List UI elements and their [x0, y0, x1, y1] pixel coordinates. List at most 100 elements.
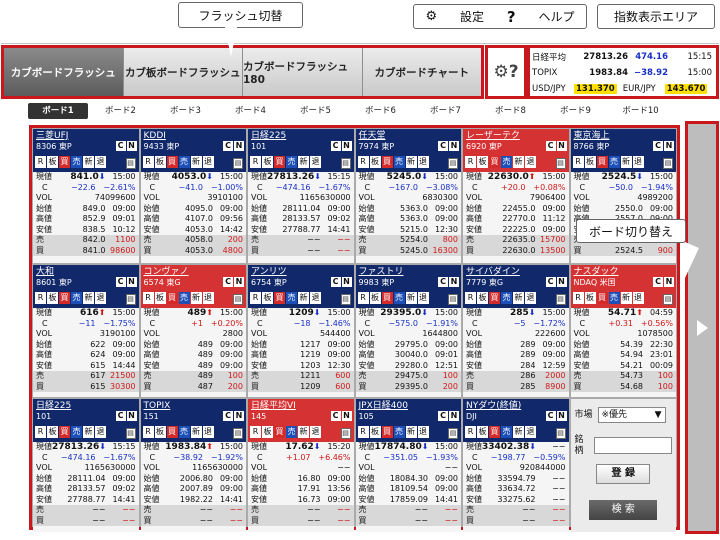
- realtime-button[interactable]: R: [465, 156, 476, 168]
- clipboard-icon[interactable]: ▤: [555, 158, 566, 169]
- new-order-button[interactable]: 新: [190, 292, 202, 304]
- chart-button[interactable]: C: [223, 411, 233, 421]
- new-order-button[interactable]: 新: [405, 426, 417, 438]
- exit-button[interactable]: 退: [417, 426, 429, 438]
- stock-name[interactable]: TOPIX: [144, 401, 244, 412]
- clipboard-icon[interactable]: ▤: [125, 294, 136, 305]
- board-tab-1[interactable]: ボード1: [28, 103, 88, 119]
- stock-tile[interactable]: レーザーテク 6920 東P CN R 板 買 売 新 退 ▤ 現値 22630.…: [463, 129, 569, 263]
- ita-button[interactable]: 板: [47, 292, 58, 304]
- board-tab-10[interactable]: ボード10: [608, 103, 673, 119]
- stock-tile[interactable]: 日経225 101 CN R 板 買 売 新 退 ▤ 現値 27813.26 ⬇ 15…: [248, 129, 354, 263]
- buy-order-button[interactable]: 買: [381, 426, 393, 438]
- clipboard-icon[interactable]: ▤: [340, 294, 351, 305]
- clipboard-icon[interactable]: ▤: [233, 428, 243, 439]
- stock-tile[interactable]: JPX日経400 105 CN R 板 買 売 新 退 ▤ 現値 17874.80…: [355, 399, 461, 532]
- ita-button[interactable]: 板: [262, 426, 273, 438]
- stock-tile[interactable]: コンヴァノ 6574 東G CN R 板 買 売 新 退 ▤ 現値 489 ⬆ 15:…: [140, 265, 246, 397]
- chart-button[interactable]: C: [330, 277, 341, 287]
- news-button[interactable]: N: [126, 141, 137, 151]
- chart-button[interactable]: C: [438, 411, 448, 421]
- news-button[interactable]: N: [449, 141, 459, 151]
- tab-kabu-board-flash[interactable]: カブボードフラッシュ: [4, 48, 124, 96]
- sell-order-button[interactable]: 売: [501, 426, 512, 438]
- stock-tile[interactable]: アンリツ 6754 東P CN R 板 買 売 新 退 ▤ 現値 1209 ⬇ 15:…: [248, 265, 354, 397]
- ita-button[interactable]: 板: [154, 292, 166, 304]
- chart-button[interactable]: C: [438, 277, 448, 287]
- clipboard-icon[interactable]: ▤: [555, 294, 566, 305]
- chart-button[interactable]: C: [223, 277, 233, 287]
- news-button[interactable]: N: [449, 411, 459, 421]
- new-order-button[interactable]: 新: [298, 426, 309, 438]
- buy-order-button[interactable]: 買: [166, 292, 178, 304]
- realtime-button[interactable]: R: [35, 426, 46, 438]
- clipboard-icon[interactable]: ▤: [340, 428, 351, 439]
- stock-tile[interactable]: TOPIX 151 CN R 板 買 売 新 退 ▤ 現値 1983.84 ⬆ 15:…: [140, 399, 246, 532]
- exit-button[interactable]: 退: [95, 156, 106, 168]
- sell-order-button[interactable]: 売: [178, 426, 190, 438]
- chart-button[interactable]: C: [545, 277, 556, 287]
- realtime-button[interactable]: R: [572, 292, 584, 304]
- ita-button[interactable]: 板: [584, 156, 596, 168]
- settings-gear-icon[interactable]: ⚙: [493, 62, 508, 82]
- new-order-button[interactable]: 新: [298, 292, 309, 304]
- news-button[interactable]: N: [664, 277, 674, 287]
- news-button[interactable]: N: [234, 411, 244, 421]
- news-button[interactable]: N: [556, 411, 567, 421]
- ita-button[interactable]: 板: [369, 156, 381, 168]
- stock-name[interactable]: ナスダック: [574, 267, 674, 278]
- chart-button[interactable]: C: [545, 141, 556, 151]
- new-order-button[interactable]: 新: [83, 426, 94, 438]
- realtime-button[interactable]: R: [250, 292, 261, 304]
- stock-name[interactable]: 大和: [36, 267, 136, 278]
- new-order-button[interactable]: 新: [83, 156, 94, 168]
- new-order-button[interactable]: 新: [513, 426, 524, 438]
- board-tab-9[interactable]: ボード9: [543, 103, 608, 119]
- buy-order-button[interactable]: 買: [166, 156, 178, 168]
- ita-button[interactable]: 板: [262, 292, 273, 304]
- stock-name[interactable]: NYダウ(終値): [466, 401, 566, 412]
- sell-order-button[interactable]: 売: [71, 292, 82, 304]
- chart-button[interactable]: C: [223, 141, 233, 151]
- stock-name[interactable]: JPX日経400: [359, 401, 459, 412]
- clipboard-icon[interactable]: ▤: [233, 158, 243, 169]
- news-button[interactable]: N: [126, 277, 137, 287]
- sell-order-button[interactable]: 売: [501, 156, 512, 168]
- board-tab-2[interactable]: ボード2: [88, 103, 153, 119]
- sell-order-button[interactable]: 売: [178, 156, 190, 168]
- chart-button[interactable]: C: [653, 277, 663, 287]
- search-button[interactable]: 検 索: [589, 500, 658, 520]
- realtime-button[interactable]: R: [357, 292, 369, 304]
- news-button[interactable]: N: [341, 411, 352, 421]
- code-input[interactable]: [594, 437, 672, 454]
- exit-button[interactable]: 退: [310, 156, 321, 168]
- stock-name[interactable]: 任天堂: [359, 131, 459, 142]
- buy-order-button[interactable]: 買: [489, 156, 500, 168]
- new-order-button[interactable]: 新: [513, 156, 524, 168]
- clipboard-icon[interactable]: ▤: [233, 294, 243, 305]
- ita-button[interactable]: 板: [477, 292, 488, 304]
- ita-button[interactable]: 板: [154, 156, 166, 168]
- tab-kabu-board-flash-180[interactable]: カブボードフラッシュ180: [243, 48, 363, 96]
- exit-button[interactable]: 退: [525, 292, 536, 304]
- clipboard-icon[interactable]: ▤: [448, 294, 458, 305]
- ita-button[interactable]: 板: [369, 292, 381, 304]
- ita-button[interactable]: 板: [477, 426, 488, 438]
- chart-button[interactable]: C: [115, 141, 126, 151]
- new-order-button[interactable]: 新: [190, 156, 202, 168]
- news-button[interactable]: N: [341, 141, 352, 151]
- realtime-button[interactable]: R: [142, 426, 154, 438]
- board-tab-5[interactable]: ボード5: [283, 103, 348, 119]
- chart-button[interactable]: C: [115, 277, 126, 287]
- stock-tile[interactable]: サイバダイン 7779 東G CN R 板 買 売 新 退 ▤ 現値 285 ⬇ 15…: [463, 265, 569, 397]
- chart-button[interactable]: C: [115, 411, 126, 421]
- stock-tile[interactable]: 三菱UFJ 8306 東P CN R 板 買 売 新 退 ▤ 現値 841.0 ⬇ 1…: [33, 129, 139, 263]
- chart-button[interactable]: C: [330, 141, 341, 151]
- buy-order-button[interactable]: 買: [489, 292, 500, 304]
- sell-order-button[interactable]: 売: [608, 156, 620, 168]
- ita-button[interactable]: 板: [477, 156, 488, 168]
- stock-name[interactable]: KDDI: [144, 131, 244, 142]
- sell-order-button[interactable]: 売: [393, 426, 405, 438]
- stock-name[interactable]: コンヴァノ: [144, 267, 244, 278]
- board-tab-8[interactable]: ボード8: [478, 103, 543, 119]
